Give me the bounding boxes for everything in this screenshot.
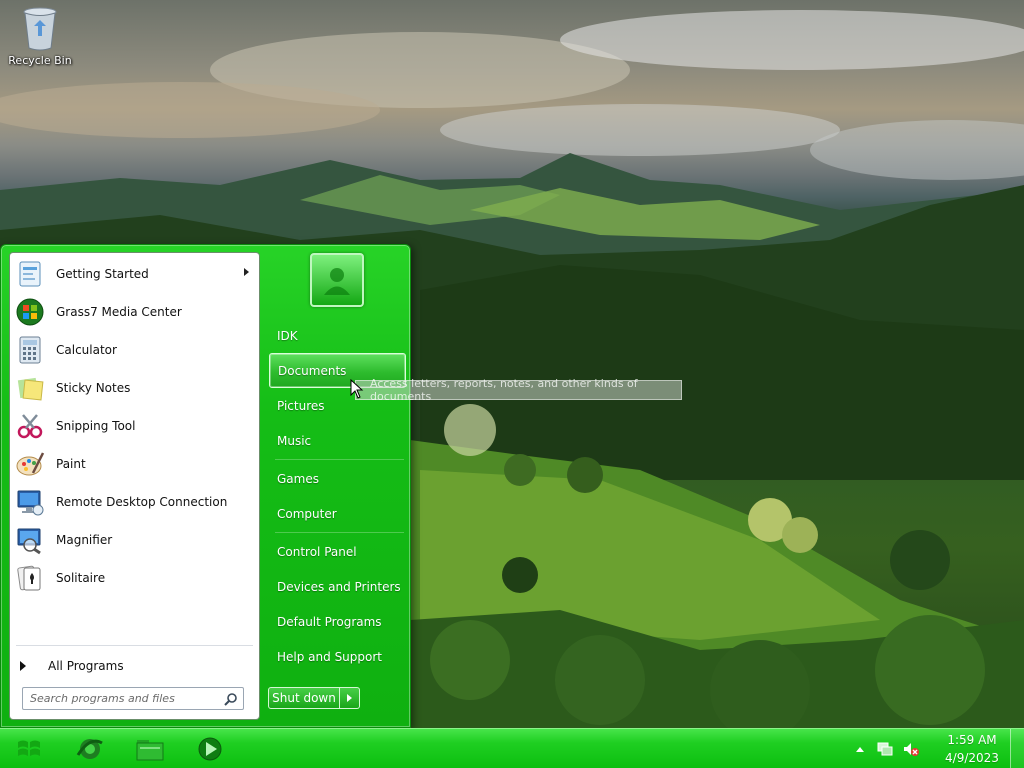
media-center-icon (14, 296, 46, 328)
internet-explorer-icon (76, 739, 103, 759)
program-item-getting-started[interactable]: Getting Started (10, 255, 259, 293)
program-label: Getting Started (56, 267, 149, 281)
program-label: Remote Desktop Connection (56, 495, 228, 509)
places-item-default-programs[interactable]: Default Programs (269, 604, 406, 639)
magnifier-icon (14, 524, 46, 556)
solitaire-icon (14, 562, 46, 594)
submenu-arrow-icon[interactable] (244, 268, 249, 276)
program-label: Calculator (56, 343, 117, 357)
clock-time: 1:59 AM (947, 733, 997, 747)
all-programs-label: All Programs (48, 659, 124, 673)
program-item-snipping-tool[interactable]: Snipping Tool (10, 407, 259, 445)
clock-date: 4/9/2023 (945, 751, 999, 765)
program-item-remote-desktop[interactable]: Remote Desktop Connection (10, 483, 259, 521)
program-item-solitaire[interactable]: Solitaire (10, 559, 259, 597)
snipping-tool-icon (14, 410, 46, 442)
taskbar: 1:59 AM 4/9/2023 (0, 728, 1024, 768)
places-item-devices-and-printers[interactable]: Devices and Printers (269, 569, 406, 604)
sticky-notes-icon (14, 372, 46, 404)
program-label: Solitaire (56, 571, 106, 585)
user-avatar-icon (324, 268, 350, 295)
places-item-help-and-support[interactable]: Help and Support (269, 639, 406, 674)
shutdown-button[interactable]: Shut down (268, 687, 340, 709)
program-label: Grass7 Media Center (56, 305, 182, 319)
user-picture[interactable] (310, 253, 364, 307)
show-desktop-button[interactable] (1010, 729, 1024, 768)
program-item-sticky-notes[interactable]: Sticky Notes (10, 369, 259, 407)
media-player-icon (198, 737, 222, 761)
program-item-media-center[interactable]: Grass7 Media Center (10, 293, 259, 331)
file-explorer-icon (136, 740, 164, 761)
calculator-icon (14, 334, 46, 366)
places-item-computer[interactable]: Computer (269, 496, 406, 531)
recycle-bin-icon (23, 7, 57, 51)
search-box[interactable] (22, 687, 244, 710)
taskbar-media-player[interactable] (182, 731, 238, 767)
taskbar-internet-explorer[interactable] (62, 731, 118, 767)
places-item-idk[interactable]: IDK (269, 318, 406, 353)
volume-muted-icon[interactable] (902, 741, 920, 757)
places-item-music[interactable]: Music (269, 423, 406, 458)
program-label: Magnifier (56, 533, 113, 547)
shutdown-group: Shut down (268, 687, 360, 709)
pinned-programs-list: Getting Started Grass7 Media Center Calc… (10, 255, 259, 597)
program-label: Paint (56, 457, 86, 471)
show-hidden-icons-icon[interactable] (856, 746, 864, 752)
all-programs-button[interactable]: All Programs (10, 652, 259, 680)
system-tray: 1:59 AM 4/9/2023 (856, 729, 1024, 768)
taskbar-file-explorer[interactable] (122, 731, 178, 767)
search-input[interactable] (30, 692, 220, 705)
program-item-magnifier[interactable]: Magnifier (10, 521, 259, 559)
clock[interactable]: 1:59 AM 4/9/2023 (934, 731, 1010, 767)
program-label: Snipping Tool (56, 419, 136, 433)
places-item-control-panel[interactable]: Control Panel (269, 534, 406, 569)
network-icon[interactable] (876, 741, 894, 757)
documents-tooltip: Access letters, reports, notes, and othe… (355, 377, 682, 403)
start-menu-programs-pane: Getting Started Grass7 Media Center Calc… (9, 252, 260, 720)
start-menu: Getting Started Grass7 Media Center Calc… (0, 244, 411, 728)
program-item-paint[interactable]: Paint (10, 445, 259, 483)
start-menu-places-list: IDK Documents Pictures Music Games Compu… (269, 318, 406, 674)
desktop-icon-recycle-bin[interactable]: Recycle Bin (4, 6, 76, 67)
getting-started-icon (14, 258, 46, 290)
divider (16, 645, 253, 646)
divider (275, 532, 404, 533)
chevron-right-icon (347, 694, 352, 702)
program-item-calculator[interactable]: Calculator (10, 331, 259, 369)
recycle-bin-label: Recycle Bin (8, 54, 72, 67)
search-icon[interactable] (224, 692, 238, 706)
program-label: Sticky Notes (56, 381, 131, 395)
mouse-cursor-icon (350, 379, 364, 399)
divider (275, 459, 404, 460)
paint-icon (14, 448, 46, 480)
arrow-right-icon (20, 661, 26, 671)
remote-desktop-icon (14, 486, 46, 518)
places-item-games[interactable]: Games (269, 461, 406, 496)
start-button[interactable] (2, 730, 56, 768)
shutdown-options-button[interactable] (340, 687, 360, 709)
windows-logo-icon (18, 740, 40, 756)
